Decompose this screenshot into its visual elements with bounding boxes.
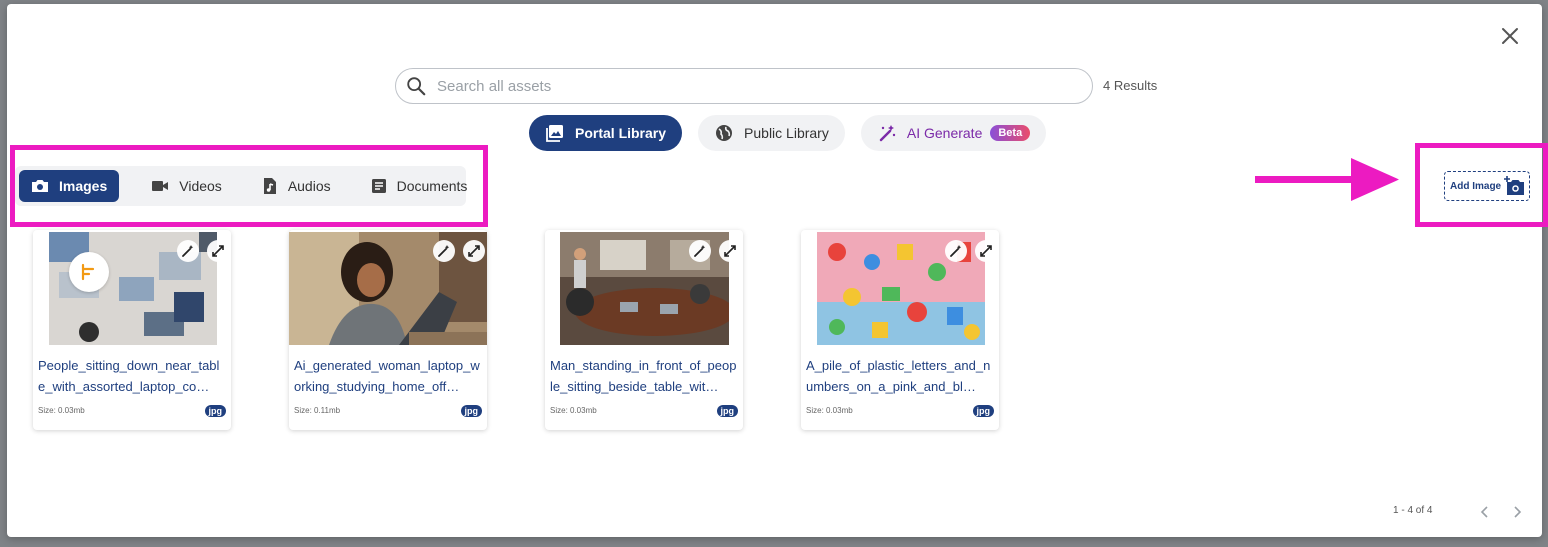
magic-wand-icon [950, 245, 962, 257]
close-icon [1502, 28, 1518, 44]
asset-card[interactable]: Ai_generated_woman_laptop_working_studyi… [289, 230, 487, 430]
ai-edit-button[interactable] [945, 240, 967, 262]
asset-size: Size: 0.03mb [38, 406, 85, 415]
pagination-label: 1 - 4 of 4 [1393, 505, 1433, 516]
tab-portal-library-label: Portal Library [575, 125, 667, 141]
search-icon [407, 77, 426, 96]
asset-type-badge: jpg [460, 405, 482, 417]
tab-ai-generate[interactable]: AI Generate Beta [860, 115, 1047, 151]
annotation-highlight-add-image [1415, 143, 1548, 227]
close-button[interactable] [1500, 26, 1520, 46]
asset-title[interactable]: A_pile_of_plastic_letters_and_numbers_on… [806, 355, 994, 397]
beta-badge: Beta [990, 125, 1031, 141]
expand-icon [724, 245, 736, 257]
tab-ai-generate-label: AI Generate [906, 125, 983, 141]
asset-library-modal: 4 Results Portal Library Public Library [7, 4, 1542, 537]
expand-button[interactable] [719, 240, 741, 262]
asset-thumbnail[interactable] [289, 232, 487, 345]
chevron-right-icon [1514, 506, 1522, 518]
magic-wand-icon [694, 245, 706, 257]
asset-title[interactable]: Ai_generated_woman_laptop_working_studyi… [294, 355, 482, 397]
tab-public-library[interactable]: Public Library [698, 115, 845, 151]
expand-icon [980, 245, 992, 257]
ai-edit-button[interactable] [177, 240, 199, 262]
expand-button[interactable] [463, 240, 485, 262]
asset-size: Size: 0.11mb [294, 406, 341, 415]
magic-wand-icon [182, 245, 194, 257]
ai-edit-button[interactable] [433, 240, 455, 262]
annotation-highlight-type-tabs [10, 145, 488, 227]
tab-portal-library[interactable]: Portal Library [529, 115, 683, 151]
next-page-button[interactable] [1511, 505, 1523, 524]
expand-icon [468, 245, 480, 257]
asset-thumbnail[interactable] [801, 232, 999, 345]
ai-edit-button[interactable] [689, 240, 711, 262]
library-tabs: Portal Library Public Library AI Generat… [529, 115, 1047, 151]
asset-type-badge: jpg [716, 405, 738, 417]
previous-page-button[interactable] [1479, 505, 1491, 524]
asset-size: Size: 0.03mb [806, 406, 853, 415]
search-bar [395, 68, 1093, 104]
asset-image [289, 232, 487, 345]
asset-type-badge: jpg [204, 405, 226, 417]
search-input[interactable] [435, 76, 1039, 96]
progress-badge [69, 252, 109, 292]
expand-button[interactable] [975, 240, 997, 262]
asset-size: Size: 0.03mb [550, 406, 597, 415]
image-library-icon [546, 125, 563, 142]
asset-type-badge: jpg [972, 405, 994, 417]
asset-card[interactable]: People_sitting_down_near_table_with_asso… [33, 230, 231, 430]
asset-thumbnail[interactable] [33, 232, 231, 345]
asset-thumbnail[interactable] [545, 232, 743, 345]
globe-icon [716, 125, 733, 141]
annotation-arrow [1255, 158, 1399, 201]
asset-grid: People_sitting_down_near_table_with_asso… [33, 230, 999, 430]
asset-title[interactable]: People_sitting_down_near_table_with_asso… [38, 355, 226, 397]
asset-card[interactable]: A_pile_of_plastic_letters_and_numbers_on… [801, 230, 999, 430]
chevron-left-icon [1480, 506, 1488, 518]
align-icon [81, 263, 95, 281]
expand-button[interactable] [207, 240, 229, 262]
asset-title[interactable]: Man_standing_in_front_of_people_sitting_… [550, 355, 738, 397]
results-count: 4 Results [1103, 78, 1158, 93]
asset-card[interactable]: Man_standing_in_front_of_people_sitting_… [545, 230, 743, 430]
tab-public-library-label: Public Library [744, 125, 829, 141]
expand-icon [212, 245, 224, 257]
magic-wand-icon [879, 125, 896, 142]
magic-wand-icon [438, 245, 450, 257]
